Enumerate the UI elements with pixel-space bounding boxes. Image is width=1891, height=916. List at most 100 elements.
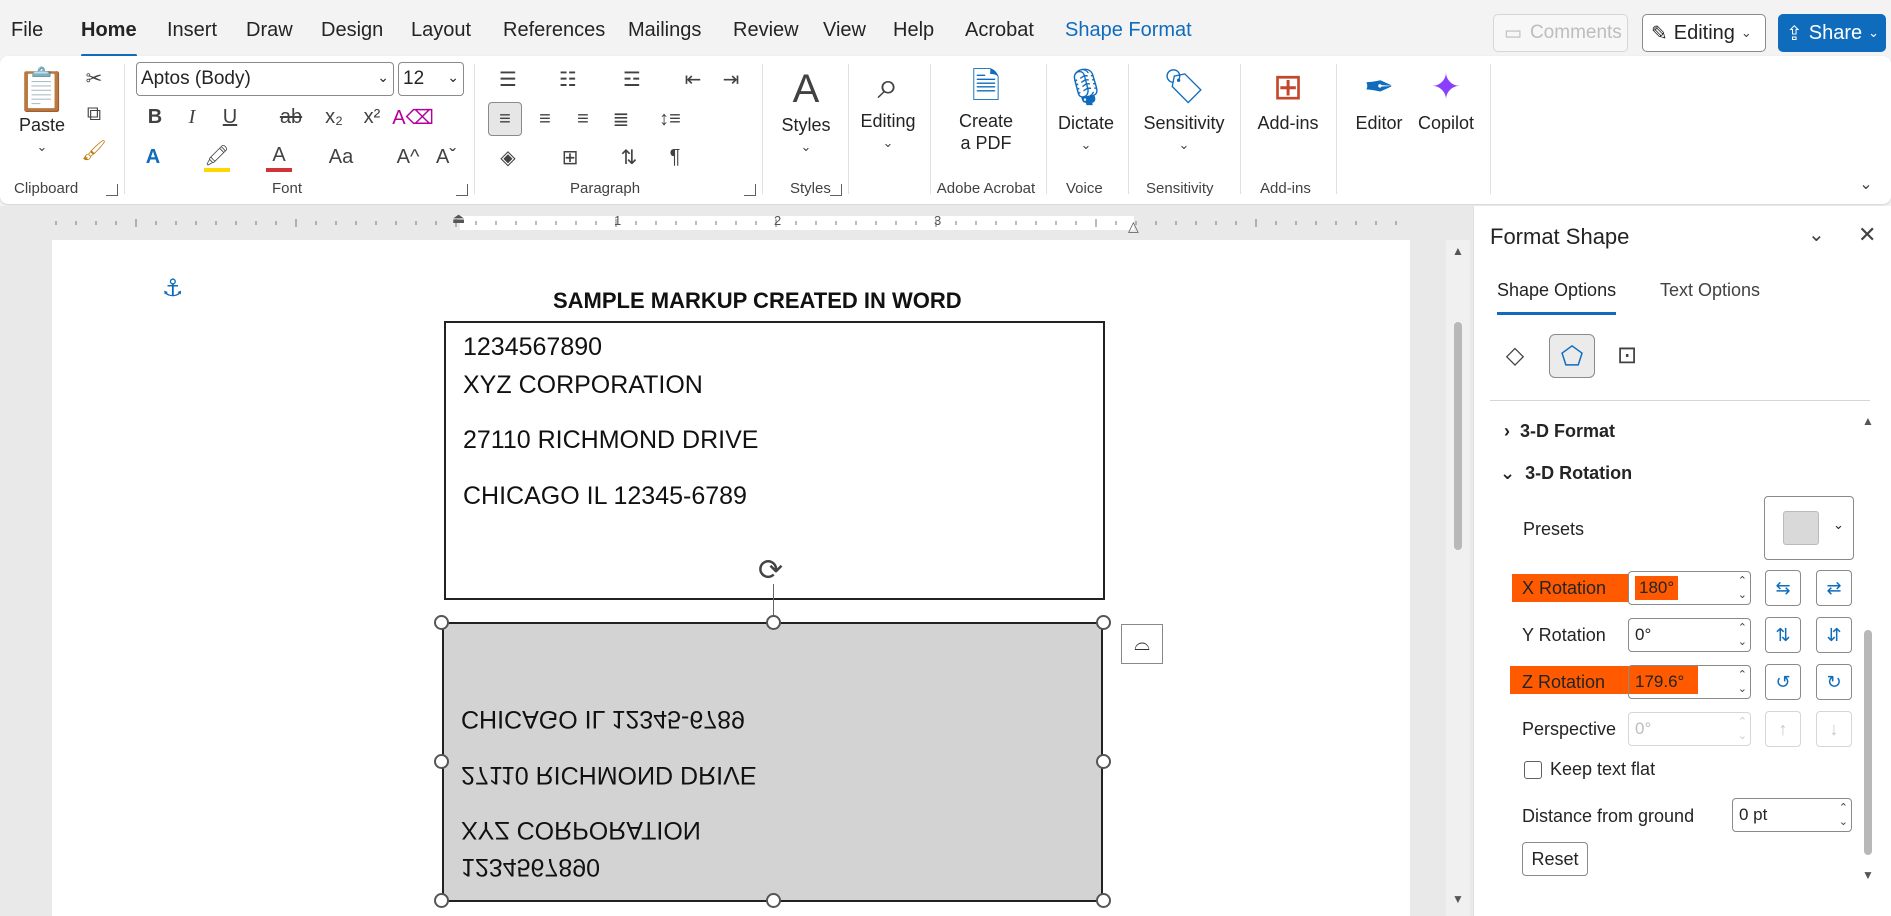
scrollbar-thumb[interactable] (1454, 322, 1462, 550)
tab-shape-format[interactable]: Shape Format (1065, 19, 1192, 47)
scroll-down-icon[interactable]: ▼ (1452, 892, 1464, 906)
spin-down-icon[interactable]: ⌄ (1738, 590, 1747, 601)
indent-marker-icon[interactable]: ⏏ (452, 210, 465, 227)
copy-icon[interactable]: ⧉ (80, 100, 108, 128)
add-ins-button[interactable]: ⊞ Add-ins (1252, 62, 1324, 134)
subscript-button[interactable]: x₂ (322, 102, 346, 132)
collapse-ribbon-icon[interactable]: ⌄ (1854, 172, 1878, 196)
underline-button[interactable]: U (218, 102, 242, 132)
y-rotate-down-icon[interactable]: ⇵ (1816, 617, 1852, 653)
section-3d-rotation[interactable]: ⌄ 3-D Rotation (1500, 463, 1632, 484)
spin-up-icon[interactable]: ⌃ (1738, 576, 1747, 587)
close-icon[interactable]: ✕ (1858, 222, 1876, 248)
bullets-icon[interactable]: ☰ (488, 64, 528, 94)
z-rotation-input[interactable]: 179.6° ⌃ ⌄ (1628, 665, 1751, 699)
align-center-icon[interactable]: ≡ (530, 102, 560, 136)
effects-icon[interactable]: ⬠ (1549, 334, 1595, 378)
show-marks-icon[interactable]: ¶ (660, 142, 690, 172)
create-pdf-button[interactable]: 🗎 Create a PDF (946, 62, 1026, 154)
change-case-button[interactable]: Aa (326, 142, 356, 172)
x-rotate-left-icon[interactable]: ⇆ (1765, 570, 1801, 606)
resize-handle[interactable] (766, 615, 781, 630)
tab-mailings[interactable]: Mailings (628, 19, 701, 47)
spin-down-icon[interactable]: ⌄ (1839, 817, 1848, 828)
dictate-button[interactable]: 🎙 Dictate ⌄ (1054, 62, 1118, 156)
pane-options-icon[interactable]: ⌄ (1808, 222, 1825, 247)
tab-references[interactable]: References (503, 19, 605, 47)
tab-acrobat[interactable]: Acrobat (965, 19, 1034, 47)
paste-button[interactable]: 📋 Paste ⌄ (14, 66, 70, 158)
share-button[interactable]: ⇪ Share ⌄ (1778, 14, 1886, 52)
x-rotation-input[interactable]: 180° ⌃ ⌄ (1628, 571, 1751, 605)
right-indent-marker-icon[interactable]: △ (1128, 218, 1139, 235)
dialog-launcher-icon[interactable] (830, 184, 842, 196)
spin-up-icon[interactable]: ⌃ (1738, 670, 1747, 681)
strikethrough-button[interactable]: ab (278, 102, 304, 132)
shading-icon[interactable]: ◈ (488, 142, 528, 172)
increase-indent-icon[interactable]: ⇥ (716, 64, 746, 94)
fill-line-icon[interactable]: ◇ (1498, 338, 1532, 372)
distance-input[interactable]: 0 pt ⌃ ⌄ (1732, 798, 1852, 832)
z-rotate-counterclockwise-icon[interactable]: ↺ (1765, 664, 1801, 700)
styles-button[interactable]: A Styles ⌄ (776, 64, 836, 158)
decrease-indent-icon[interactable]: ⇤ (678, 64, 708, 94)
dialog-launcher-icon[interactable] (106, 184, 118, 196)
resize-handle[interactable] (434, 893, 449, 908)
spin-down-icon[interactable]: ⌄ (1738, 684, 1747, 695)
justify-icon[interactable]: ≣ (606, 102, 636, 136)
resize-handle[interactable] (1096, 754, 1111, 769)
dialog-launcher-icon[interactable] (744, 184, 756, 196)
document-title[interactable]: SAMPLE MARKUP CREATED IN WORD (553, 288, 962, 314)
superscript-button[interactable]: x² (360, 102, 384, 132)
italic-button[interactable]: I (180, 102, 204, 132)
presets-dropdown[interactable]: ⌄ (1764, 496, 1854, 560)
resize-handle[interactable] (434, 754, 449, 769)
font-name-combo[interactable]: Aptos (Body) ⌄ (136, 62, 394, 96)
grow-font-button[interactable]: A^ (394, 142, 422, 172)
z-rotate-clockwise-icon[interactable]: ↻ (1816, 664, 1852, 700)
reset-button[interactable]: Reset (1522, 842, 1588, 876)
multilevel-list-icon[interactable]: ☲ (612, 64, 652, 94)
resize-handle[interactable] (1096, 893, 1111, 908)
tab-text-options[interactable]: Text Options (1660, 280, 1760, 301)
tab-review[interactable]: Review (733, 19, 799, 47)
horizontal-ruler[interactable]: 1 2 3 ⏏ △ (52, 210, 1412, 236)
y-rotate-up-icon[interactable]: ⇅ (1765, 617, 1801, 653)
scroll-up-icon[interactable]: ▲ (1452, 244, 1464, 258)
pane-scrollbar-thumb[interactable] (1864, 630, 1872, 855)
resize-handle[interactable] (1096, 615, 1111, 630)
rotate-handle-icon[interactable]: ⟳ (758, 553, 783, 588)
resize-handle[interactable] (766, 893, 781, 908)
spin-up-icon[interactable]: ⌃ (1738, 623, 1747, 634)
x-rotate-right-icon[interactable]: ⇄ (1816, 570, 1852, 606)
spin-up-icon[interactable]: ⌃ (1839, 803, 1848, 814)
sensitivity-button[interactable]: 🏷 Sensitivity ⌄ (1136, 62, 1232, 156)
format-painter-icon[interactable]: 🖌 (80, 136, 108, 164)
copilot-button[interactable]: ✦ Copilot (1414, 62, 1478, 134)
y-rotation-input[interactable]: 0° ⌃ ⌄ (1628, 618, 1751, 652)
cut-icon[interactable]: ✂ (80, 64, 108, 92)
pane-scroll-down-icon[interactable]: ▼ (1862, 868, 1874, 882)
tab-home[interactable]: Home (81, 19, 137, 57)
bold-button[interactable]: B (143, 102, 167, 132)
line-spacing-icon[interactable]: ↕≡ (648, 102, 692, 136)
tab-design[interactable]: Design (321, 19, 383, 47)
editing-mode-button[interactable]: ✎ Editing ⌄ (1642, 14, 1766, 52)
tab-shape-options[interactable]: Shape Options (1497, 280, 1617, 315)
editing-group-button[interactable]: ⌕ Editing ⌄ (856, 62, 920, 154)
keep-text-flat-checkbox[interactable] (1524, 761, 1542, 779)
editor-button[interactable]: ✒ Editor (1348, 62, 1410, 134)
font-size-combo[interactable]: 12 ⌄ (398, 62, 464, 96)
layout-options-icon[interactable]: ⌓ (1121, 624, 1163, 664)
dialog-launcher-icon[interactable] (456, 184, 468, 196)
clear-formatting-icon[interactable]: A⌫ (392, 102, 434, 132)
text-effects-icon[interactable]: A (140, 142, 166, 172)
numbering-icon[interactable]: ☷ (548, 64, 588, 94)
align-right-icon[interactable]: ≡ (568, 102, 598, 136)
spin-down-icon[interactable]: ⌄ (1738, 637, 1747, 648)
pane-scroll-up-icon[interactable]: ▲ (1862, 414, 1874, 428)
tab-help[interactable]: Help (893, 19, 934, 47)
shrink-font-button[interactable]: Aˇ (432, 142, 460, 172)
tab-insert[interactable]: Insert (167, 19, 217, 47)
size-properties-icon[interactable]: ⊡ (1610, 338, 1644, 372)
